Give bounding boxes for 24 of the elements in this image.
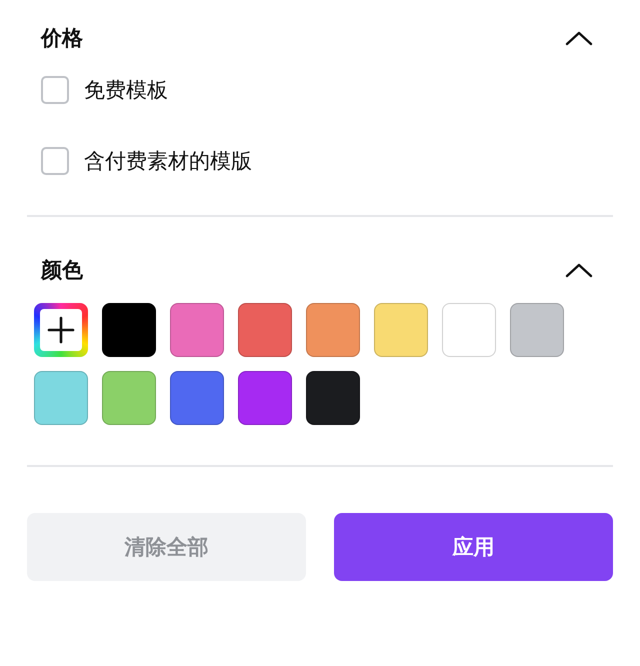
color-swatch[interactable] — [170, 303, 224, 357]
color-swatch[interactable] — [238, 371, 292, 425]
checkbox[interactable] — [41, 147, 69, 175]
clear-all-button[interactable]: 清除全部 — [27, 513, 306, 581]
color-swatch[interactable] — [170, 371, 224, 425]
apply-button[interactable]: 应用 — [334, 513, 613, 581]
plus-icon — [47, 316, 75, 344]
collapse-button[interactable] — [565, 262, 593, 278]
color-swatch[interactable] — [306, 303, 360, 357]
section-title: 颜色 — [41, 257, 83, 284]
color-swatch[interactable] — [238, 303, 292, 357]
color-swatch[interactable] — [102, 303, 156, 357]
option-label: 免费模板 — [84, 77, 168, 104]
color-swatch[interactable] — [306, 371, 360, 425]
color-swatch[interactable] — [442, 303, 496, 357]
color-swatch[interactable] — [34, 371, 88, 425]
color-swatch[interactable] — [374, 303, 428, 357]
collapse-button[interactable] — [565, 30, 593, 46]
add-color-button[interactable] — [34, 303, 88, 357]
color-swatch[interactable] — [510, 303, 564, 357]
option-label: 含付费素材的模版 — [84, 148, 252, 175]
color-swatch[interactable] — [102, 371, 156, 425]
checkbox[interactable] — [41, 76, 69, 104]
section-title: 价格 — [41, 25, 83, 52]
